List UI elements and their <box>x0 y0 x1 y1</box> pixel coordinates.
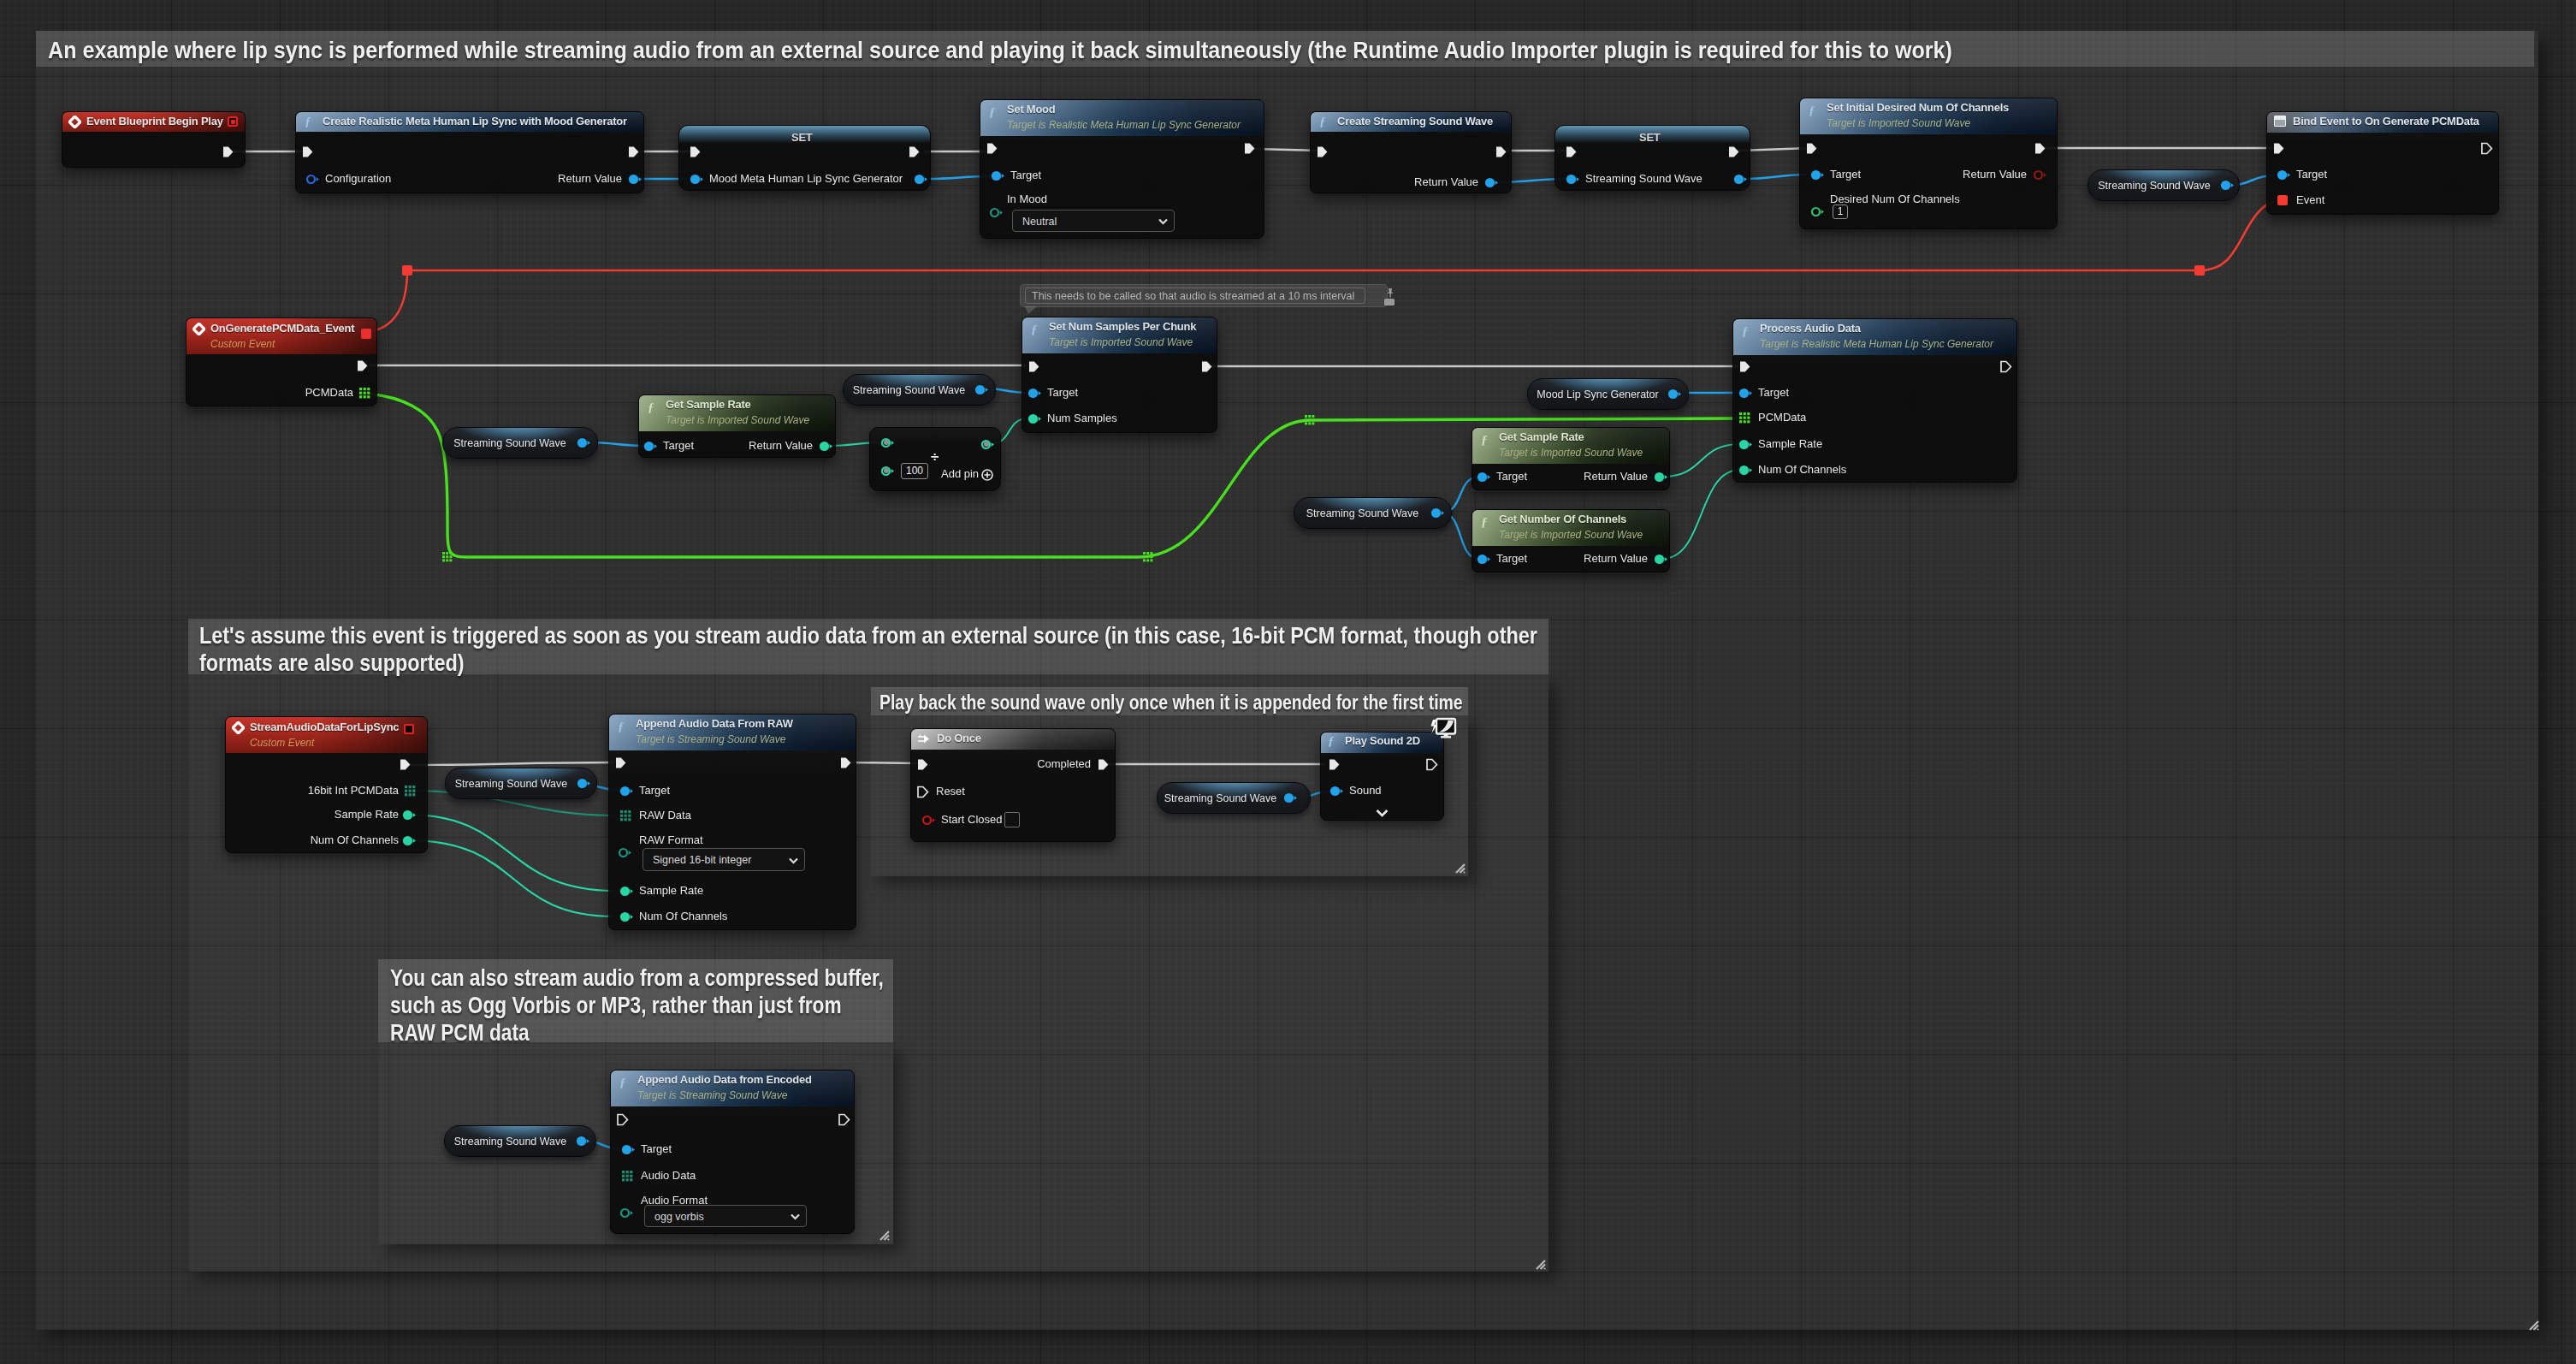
svg-text:1: 1 <box>919 733 922 738</box>
